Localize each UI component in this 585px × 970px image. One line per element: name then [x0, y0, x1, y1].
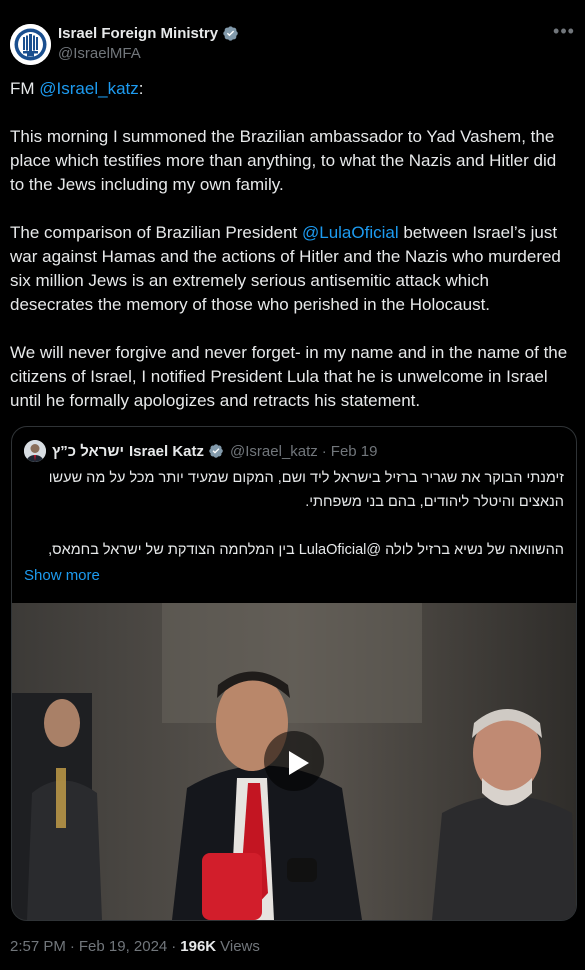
- quoted-date[interactable]: Feb 19: [331, 443, 378, 460]
- separator-dot: ·: [321, 442, 327, 460]
- quoted-paragraph-1: זימנתי הבוקר את שגריר ברזיל בישראל ליד ו…: [48, 470, 564, 510]
- views-label: Views: [220, 937, 260, 955]
- person-avatar-icon: [24, 440, 46, 462]
- quoted-paragraph-2: ההשוואה של נשיא ברזיל לולה @LulaOficial …: [48, 542, 564, 558]
- quoted-display-name[interactable]: Israel Katz: [129, 443, 204, 460]
- avatar[interactable]: [10, 24, 51, 65]
- tweet: Israel Foreign Ministry @IsraelMFA ••• F…: [0, 0, 585, 970]
- tweet-text: FM @Israel_katz: This morning I summoned…: [10, 77, 575, 437]
- verified-badge-icon: [208, 443, 224, 459]
- tweet-date[interactable]: Feb 19, 2024: [79, 938, 167, 955]
- author-handle[interactable]: @IsraelMFA: [58, 45, 239, 62]
- views-count[interactable]: 196K: [180, 938, 216, 955]
- mention-link[interactable]: @LulaOficial: [302, 223, 399, 242]
- quoted-hebrew-name[interactable]: ישראל כ”ץ: [52, 443, 124, 460]
- israel-emblem-icon: [10, 24, 51, 65]
- tweet-header: Israel Foreign Ministry @IsraelMFA •••: [10, 22, 575, 65]
- quoted-avatar[interactable]: [24, 440, 46, 462]
- show-more-link[interactable]: Show more: [24, 567, 100, 584]
- verified-badge-icon[interactable]: [222, 25, 239, 42]
- quoted-tweet-text: זימנתי הבוקר את שגריר ברזיל בישראל ליד ו…: [24, 466, 564, 562]
- quoted-tweet-header: ישראל כ”ץ Israel Katz @Israel_katz · Feb…: [24, 440, 378, 462]
- quoted-tweet[interactable]: ישראל כ”ץ Israel Katz @Israel_katz · Feb…: [11, 426, 577, 921]
- more-options-icon[interactable]: •••: [553, 22, 575, 45]
- tweet-colon: :: [138, 79, 144, 98]
- mention-link[interactable]: @Israel_katz: [39, 79, 138, 98]
- tweet-paragraph-1: This morning I summoned the Brazilian am…: [10, 127, 557, 194]
- tweet-paragraph-2: The comparison of Brazilian President @L…: [10, 221, 575, 317]
- tweet-paragraph-2-start: The comparison of Brazilian President: [10, 223, 302, 242]
- tweet-time[interactable]: 2:57 PM: [10, 938, 66, 955]
- author-block: Israel Foreign Ministry @IsraelMFA: [58, 23, 239, 62]
- quoted-handle: @Israel_katz: [230, 442, 318, 460]
- tweet-paragraph-3: We will never forgive and never forget- …: [10, 343, 568, 410]
- author-display-name[interactable]: Israel Foreign Ministry: [58, 25, 218, 42]
- video-media[interactable]: [12, 603, 576, 920]
- tweet-prefix: FM: [10, 79, 40, 98]
- tweet-paragraph-mention: FM @Israel_katz:: [10, 77, 575, 101]
- separator-dot: ·: [171, 937, 177, 955]
- tweet-meta: 2:57 PM · Feb 19, 2024 · 196K Views: [10, 936, 260, 956]
- play-icon[interactable]: [264, 731, 324, 791]
- separator-dot: ·: [69, 937, 75, 955]
- name-row: Israel Foreign Ministry: [58, 23, 239, 44]
